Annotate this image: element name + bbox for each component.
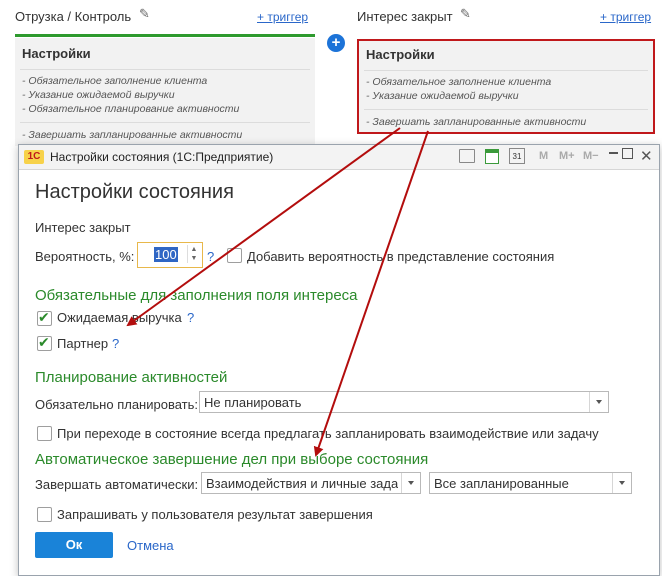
add-probability-checkbox[interactable] [227, 248, 242, 263]
card-header: Настройки [22, 46, 91, 61]
suggest-planning-checkbox[interactable] [37, 426, 52, 441]
probability-value: 100 [154, 247, 178, 262]
add-column-button[interactable]: + [327, 34, 345, 52]
print-icon[interactable] [459, 149, 475, 163]
dialog-heading: Настройки состояния [35, 181, 234, 203]
right-column-title: Интерес закрыт [357, 9, 453, 24]
partner-label: Партнер [57, 336, 109, 351]
add-probability-label: Добавить вероятность в представление сос… [247, 249, 555, 264]
memory-minus-button[interactable]: M− [583, 150, 599, 162]
probability-label: Вероятность, %: [35, 249, 135, 264]
state-settings-dialog: 1С Настройки состояния (1С:Предприятие) … [18, 144, 660, 576]
chevron-down-icon[interactable] [401, 473, 420, 493]
card-item: - Обязательное заполнение клиента [366, 76, 552, 88]
partner-help-icon[interactable]: ? [112, 336, 119, 351]
card-footer: - Завершать запланированные активности [366, 116, 587, 128]
card-item: - Указание ожидаемой выручки [22, 89, 175, 101]
card-item: - Обязательное планирование активности [22, 103, 240, 115]
required-section-title: Обязательные для заполнения поля интерес… [35, 287, 358, 304]
calendar-icon[interactable]: 31 [509, 148, 525, 164]
probability-help-icon[interactable]: ? [207, 249, 214, 264]
app-1c-icon: 1С [24, 150, 44, 164]
auto-complete-label: Завершать автоматически: [35, 477, 199, 492]
expected-revenue-label: Ожидаемая выручка [57, 310, 182, 325]
expected-revenue-help-icon[interactable]: ? [187, 310, 194, 325]
card-footer: - Завершать запланированные активности [22, 129, 243, 141]
chevron-down-icon[interactable] [589, 392, 608, 412]
left-column-title: Отрузка / Контроль [15, 9, 132, 24]
right-settings-card[interactable]: Настройки - Обязательное заполнение клие… [357, 39, 655, 134]
auto-complete-section-title: Автоматическое завершение дел при выборе… [35, 451, 429, 468]
probability-spinner[interactable]: ▲ ▼ [187, 245, 200, 263]
state-name: Интерес закрыт [35, 220, 131, 235]
memory-m-button[interactable]: M [539, 150, 548, 162]
cancel-link[interactable]: Отмена [127, 538, 174, 553]
edit-pencil-icon[interactable]: ✎ [460, 6, 471, 22]
dialog-title: Настройки состояния (1С:Предприятие) [50, 150, 274, 164]
ok-button[interactable]: Ок [35, 532, 113, 558]
probability-input[interactable]: 100 ▲ ▼ [137, 242, 203, 268]
planning-select[interactable]: Не планировать [199, 391, 609, 413]
close-icon[interactable]: ✕ [640, 147, 653, 165]
dialog-titlebar[interactable]: 1С Настройки состояния (1С:Предприятие) … [19, 145, 659, 170]
left-add-trigger-link[interactable]: + триггер [257, 10, 308, 24]
edit-pencil-icon[interactable]: ✎ [139, 6, 150, 22]
partner-checkbox[interactable] [37, 334, 52, 351]
table-icon[interactable] [485, 149, 499, 164]
card-header: Настройки [366, 47, 435, 62]
ask-result-label: Запрашивать у пользователя результат зав… [57, 507, 373, 522]
planning-label: Обязательно планировать: [35, 397, 199, 412]
memory-plus-button[interactable]: M+ [559, 150, 575, 162]
expected-revenue-checkbox[interactable] [37, 309, 52, 326]
chevron-down-icon[interactable] [612, 473, 631, 493]
card-item: - Обязательное заполнение клиента [22, 75, 208, 87]
suggest-planning-label: При переходе в состояние всегда предлага… [57, 426, 599, 441]
planning-section-title: Планирование активностей [35, 369, 228, 386]
planning-value: Не планировать [204, 395, 302, 410]
left-settings-card[interactable]: Настройки - Обязательное заполнение клие… [15, 38, 315, 146]
card-item: - Указание ожидаемой выручки [366, 90, 519, 102]
auto-complete-value-1: Взаимодействия и личные задачи [206, 476, 398, 491]
auto-complete-select-2[interactable]: Все запланированные [429, 472, 632, 494]
maximize-icon[interactable] [622, 148, 633, 159]
auto-complete-value-2: Все запланированные [434, 476, 569, 491]
minimize-icon[interactable] [609, 152, 618, 154]
right-add-trigger-link[interactable]: + триггер [600, 10, 651, 24]
ask-result-checkbox[interactable] [37, 507, 52, 522]
left-column-underline [15, 34, 315, 37]
auto-complete-select-1[interactable]: Взаимодействия и личные задачи [201, 472, 421, 494]
